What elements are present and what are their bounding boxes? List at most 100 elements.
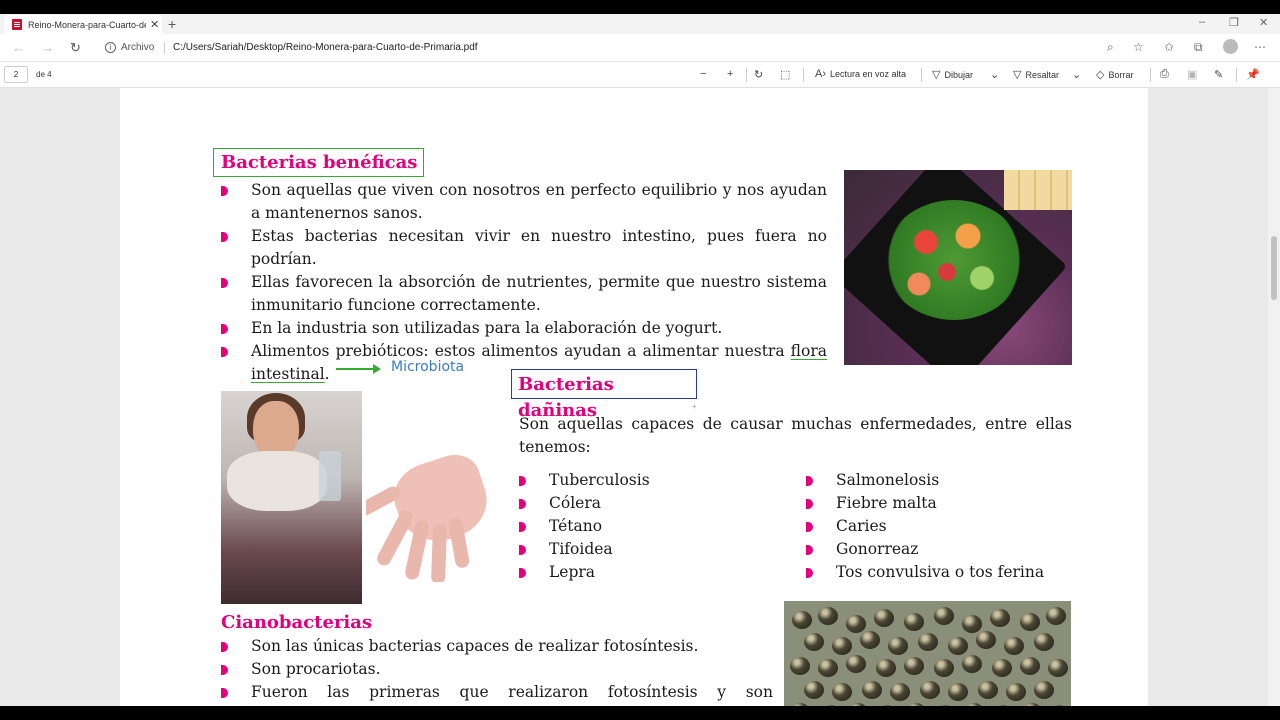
print-icon[interactable]: ⎙ <box>1160 68 1173 81</box>
draw-button[interactable]: ▽ Dibujar <box>932 68 973 81</box>
bullet-icon <box>221 186 228 196</box>
page-number-input[interactable]: 2 <box>4 66 28 83</box>
diseases-list-left: Tuberculosis Cólera Tétano Tifoidea Lepr… <box>519 469 779 584</box>
browser-window: Reino-Monera-para-Cuarto-de-P ✕ + – ❐ ✕ … <box>0 14 1280 706</box>
bullet-icon <box>221 665 228 675</box>
bullet-icon <box>519 545 526 555</box>
more-menu-icon[interactable]: ⋯ <box>1254 40 1266 54</box>
save-as-icon[interactable]: ✎ <box>1214 68 1227 81</box>
close-window-button[interactable]: ✕ <box>1259 16 1268 29</box>
refresh-icon[interactable]: ↻ <box>70 40 81 56</box>
bullet-icon <box>806 522 813 532</box>
arrow-head-icon <box>373 364 381 374</box>
zoom-out-icon[interactable]: − <box>700 68 710 80</box>
list-item: Estas bacterias necesitan vivir en nuest… <box>221 225 827 271</box>
list-item: Lepra <box>519 561 779 584</box>
list-item: Tos convulsiva o tos ferina <box>806 561 1106 584</box>
page-total: de 4 <box>36 70 52 79</box>
list-item: Salmonelosis <box>806 469 1106 492</box>
read-aloud-icon: A› <box>815 68 826 80</box>
erase-button[interactable]: ◇ Borrar <box>1096 68 1133 81</box>
tab-title: Reino-Monera-para-Cuarto-de-P <box>28 19 146 30</box>
zoom-icon[interactable]: ⌕ <box>1107 40 1114 55</box>
letterbox-top <box>0 0 1280 14</box>
heading-harmful: Bacterias dañinas <box>511 369 697 421</box>
save-icon[interactable]: ▣ <box>1187 68 1201 81</box>
list-item: Tifoidea <box>519 538 779 561</box>
scrollbar-thumb[interactable] <box>1271 236 1277 300</box>
draw-icon: ▽ <box>932 69 941 81</box>
restore-button[interactable]: ❐ <box>1229 16 1239 29</box>
bullet-icon <box>519 568 526 578</box>
pin-toolbar-icon[interactable]: 📌 <box>1246 68 1264 81</box>
list-item: Caries <box>806 515 1106 538</box>
highlight-button[interactable]: ▽ Resaltar <box>1013 68 1059 81</box>
zoom-in-icon[interactable]: + <box>727 68 737 80</box>
divider <box>746 68 747 82</box>
divider <box>164 42 165 54</box>
pdf-viewer[interactable]: Bacterias benéficas Son aquellas que viv… <box>0 88 1280 706</box>
list-item: Son aquellas que viven con nosotros en p… <box>221 179 827 225</box>
list-item: En la industria son utilizadas para la e… <box>221 317 827 340</box>
annotation-microbiota: Microbiota <box>391 359 465 375</box>
hand-photo <box>366 420 506 582</box>
list-item: Son las únicas bacterias capaces de real… <box>221 635 773 658</box>
sick-woman-photo <box>221 391 362 604</box>
collections-icon[interactable]: ⧉ <box>1194 40 1203 55</box>
highlight-options-chevron-icon[interactable]: ⌄ <box>1072 68 1085 81</box>
url-field[interactable]: C:/Users/Sariah/Desktop/Reino-Monera-par… <box>173 42 478 53</box>
eraser-icon: ◇ <box>1096 69 1105 81</box>
list-item: Ellas favorecen la absorción de nutrient… <box>221 271 827 317</box>
info-icon[interactable]: i <box>105 42 116 53</box>
divider <box>1150 68 1151 82</box>
tab-pdf[interactable]: Reino-Monera-para-Cuarto-de-P ✕ <box>4 15 162 34</box>
bullet-icon <box>806 545 813 555</box>
bullet-icon <box>519 499 526 509</box>
highlight-label: Resaltar <box>1025 70 1059 80</box>
fit-page-icon[interactable]: ⬚ <box>780 68 794 81</box>
list-item: Son procariotas. <box>221 658 773 681</box>
draw-options-chevron-icon[interactable]: ⌄ <box>990 68 1003 81</box>
list-item: Tuberculosis <box>519 469 779 492</box>
favorite-star-icon[interactable]: ☆ <box>1133 40 1144 54</box>
pdf-file-icon <box>12 19 22 30</box>
forward-arrow-icon[interactable]: → <box>41 40 54 55</box>
draw-label: Dibujar <box>944 70 973 80</box>
highlight-icon: ▽ <box>1013 69 1022 81</box>
bullet-icon <box>806 568 813 578</box>
bullet-icon <box>221 232 228 242</box>
address-bar: ← → ↻ i Archivo C:/Users/Sariah/Desktop/… <box>0 34 1280 62</box>
rotate-icon[interactable]: ↻ <box>754 68 767 81</box>
annotation-arrow <box>336 368 376 370</box>
bullet-icon <box>221 278 228 288</box>
cyanobacteria-spheres-photo <box>784 601 1071 706</box>
pdf-toolbar: 2 de 4 − + ↻ ⬚ A› Lectura en voz alta ▽ Di… <box>0 62 1280 88</box>
profile-avatar[interactable] <box>1223 39 1238 54</box>
divider <box>803 68 804 82</box>
bullet-icon <box>806 499 813 509</box>
divider <box>1236 68 1237 82</box>
read-aloud-label: Lectura en voz alta <box>830 69 907 79</box>
letterbox-bottom <box>0 706 1280 720</box>
favorites-icon[interactable]: ✩ <box>1164 40 1174 54</box>
new-tab-button[interactable]: + <box>168 16 176 32</box>
minimize-button[interactable]: – <box>1199 16 1205 28</box>
pdf-page: Bacterias benéficas Son aquellas que viv… <box>120 88 1148 706</box>
back-arrow-icon[interactable]: ← <box>12 40 25 55</box>
heading-cyanobacteria: Cianobacterias <box>221 612 373 633</box>
cyano-list: Son las únicas bacterias capaces de real… <box>221 635 773 706</box>
beneficial-list: Son aquellas que viven con nosotros en p… <box>221 179 827 386</box>
list-item: Fueron las primeras que realizaron fotos… <box>221 681 773 706</box>
bullet-icon <box>806 476 813 486</box>
bullet-icon <box>519 522 526 532</box>
tab-strip: Reino-Monera-para-Cuarto-de-P ✕ + – ❐ ✕ <box>0 14 1280 34</box>
read-aloud-button[interactable]: A› Lectura en voz alta <box>815 68 906 80</box>
list-item: Gonorreaz <box>806 538 1106 561</box>
list-item: Cólera <box>519 492 779 515</box>
site-label: Archivo <box>121 42 155 53</box>
vertical-scrollbar[interactable] <box>1268 88 1280 706</box>
diseases-list-right: Salmonelosis Fiebre malta Caries Gonorre… <box>806 469 1106 584</box>
bullet-icon <box>221 642 228 652</box>
tab-close-icon[interactable]: ✕ <box>150 18 159 31</box>
heading-beneficial: Bacterias benéficas <box>213 148 425 177</box>
